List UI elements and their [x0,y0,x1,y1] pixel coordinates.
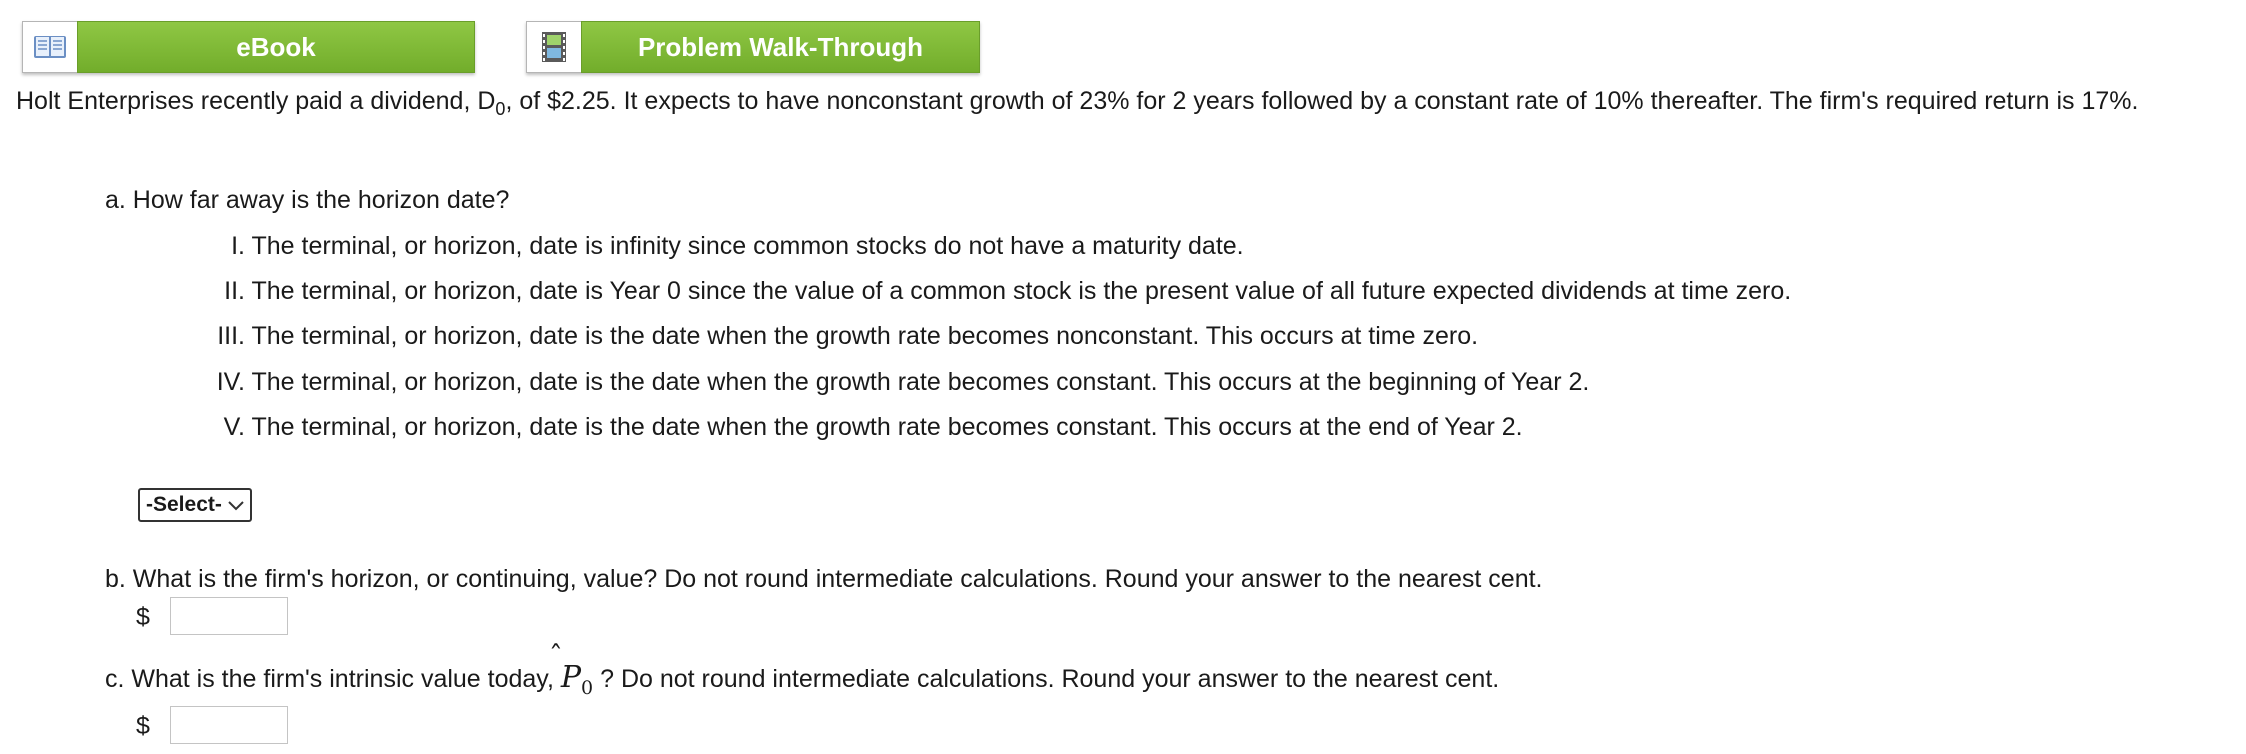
problem-walkthrough-button[interactable]: Problem Walk-Through [526,21,980,73]
question-b-currency: $ [136,603,150,631]
horizon-date-select[interactable]: -Select- [138,488,252,522]
option-ii-numeral: II. [224,277,245,305]
intrinsic-value-input[interactable] [170,706,288,744]
walkthrough-label: Problem Walk-Through [581,21,980,73]
question-c: c. What is the firm's intrinsic value to… [105,660,1499,699]
chevron-down-icon [228,493,244,517]
ebook-label: eBook [77,21,475,73]
option-i: I. The terminal, or horizon, date is inf… [125,232,1244,261]
book-icon [22,21,77,73]
option-i-text: The terminal, or horizon, date is infini… [251,232,1244,260]
question-c-text-before: c. What is the firm's intrinsic value to… [105,665,554,693]
problem-intro: Holt Enterprises recently paid a dividen… [16,80,2231,131]
p0-symbol: ̂P0 [561,660,593,699]
p0-letter: P [560,660,582,695]
option-v-numeral: V. [223,413,245,441]
intro-text-part2: , of $2.25. It expects to have nonconsta… [505,87,2139,115]
film-strip-icon [526,21,581,73]
option-iv-numeral: IV. [216,368,245,396]
option-v: V. The terminal, or horizon, date is the… [125,413,1523,442]
option-i-numeral: I. [231,232,245,260]
question-c-text-after: ? Do not round intermediate calculations… [600,665,1500,693]
select-value: -Select- [146,493,222,516]
horizon-value-input[interactable] [170,597,288,635]
option-iii-numeral: III. [217,322,245,350]
option-iii-text: The terminal, or horizon, date is the da… [251,322,1479,350]
question-a: a. How far away is the horizon date? [105,186,510,214]
question-c-currency: $ [136,712,150,740]
option-ii: II. The terminal, or horizon, date is Ye… [125,277,1791,306]
option-iv: IV. The terminal, or horizon, date is th… [125,368,1590,397]
ebook-button[interactable]: eBook [22,21,475,73]
option-iv-text: The terminal, or horizon, date is the da… [251,368,1590,396]
option-iii: III. The terminal, or horizon, date is t… [125,322,1478,351]
question-b: b. What is the firm's horizon, or contin… [105,565,1543,593]
intro-text-part1: Holt Enterprises recently paid a dividen… [16,87,496,115]
p0-subscript: 0 [581,677,594,699]
option-ii-text: The terminal, or horizon, date is Year 0… [251,277,1792,305]
intro-subscript: 0 [495,99,506,119]
option-v-text: The terminal, or horizon, date is the da… [251,413,1523,441]
